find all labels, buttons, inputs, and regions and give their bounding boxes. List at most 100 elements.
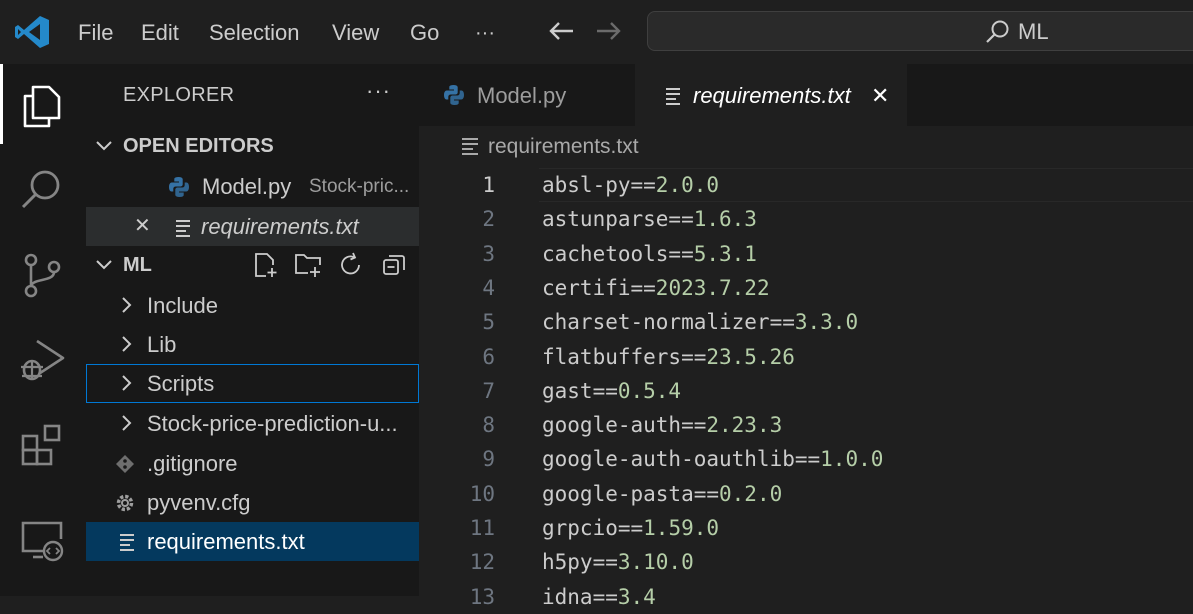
line-number: 8 xyxy=(482,413,495,438)
package-name: certifi==2023.7.22 xyxy=(542,275,770,300)
explorer-activity-button[interactable] xyxy=(0,64,86,144)
package-version: 2023.7.22 xyxy=(655,275,770,300)
search-text: ML xyxy=(1018,19,1049,44)
package-name: astunparse==1.6.3 xyxy=(542,207,757,232)
tree-item-include[interactable]: Include xyxy=(86,286,419,325)
python-icon xyxy=(444,85,464,105)
line-number: 9 xyxy=(482,447,495,472)
search-icon xyxy=(986,20,1009,43)
menu-go[interactable]: Go xyxy=(410,0,439,64)
tab-model-py[interactable]: Model.py xyxy=(419,64,635,126)
tab-label: requirements.txt xyxy=(693,83,851,108)
text-file-icon xyxy=(462,138,478,155)
tree-item-scripts[interactable]: Scripts xyxy=(86,364,419,403)
tree-item-label: pyvenv.cfg xyxy=(147,490,251,515)
line-number: 12 xyxy=(469,550,495,575)
forward-arrow-icon[interactable] xyxy=(591,14,625,48)
breadcrumb[interactable]: requirements.txt xyxy=(488,126,639,166)
code-line[interactable]: 8 google-auth==2.23.3 xyxy=(419,408,1193,442)
tab-close-icon[interactable]: ✕ xyxy=(871,64,889,128)
code-line[interactable]: 3 cachetools==5.3.1 xyxy=(419,237,1193,271)
line-number: 11 xyxy=(469,516,495,540)
code-line[interactable]: 11 grpcio==1.59.0 xyxy=(419,511,1193,545)
tree-item-pyvenv-cfg[interactable]: pyvenv.cfg xyxy=(86,483,419,522)
explorer-header: EXPLORER xyxy=(123,84,235,106)
package-name: cachetools==5.3.1 xyxy=(542,241,757,266)
code-line[interactable]: 13 idna==3.4 xyxy=(419,580,1193,614)
tree-item-label: Lib xyxy=(147,332,177,357)
line-number: 6 xyxy=(482,344,495,369)
line-number: 2 xyxy=(482,207,495,232)
package-name: idna==3.4 xyxy=(542,584,656,609)
search-activity-button[interactable] xyxy=(0,149,86,229)
chevron-down-icon xyxy=(96,141,112,151)
package-version: 1.6.3 xyxy=(693,207,757,232)
collapse-all-icon[interactable] xyxy=(381,252,407,278)
source-control-activity-button[interactable] xyxy=(0,234,86,314)
package-name: google-auth-oauthlib==1.0.0 xyxy=(542,447,884,472)
code-line[interactable]: 7 gast==0.5.4 xyxy=(419,374,1193,408)
editor-area[interactable]: requirements.txt 1 absl-py==2.0.0 2 astunpa… xyxy=(419,126,1193,609)
line-number: 5 xyxy=(482,310,495,335)
code-line[interactable]: 2 astunparse==1.6.3 xyxy=(419,202,1193,236)
code-line[interactable]: 9 google-auth-oauthlib==1.0.0 xyxy=(419,442,1193,476)
package-name: absl-py==2.0.0 xyxy=(542,173,720,197)
package-version: 3.3.0 xyxy=(794,310,859,335)
menu-more-button[interactable]: ··· xyxy=(475,0,495,64)
menu-edit[interactable]: Edit xyxy=(141,0,179,64)
menu-view[interactable]: View xyxy=(332,0,379,64)
package-version: 23.5.26 xyxy=(706,344,795,369)
vscode-logo-icon xyxy=(15,16,49,48)
open-editor-requirements-txt[interactable]: ✕ requirements.txt xyxy=(86,207,419,246)
line-number: 3 xyxy=(482,241,495,266)
chevron-right-icon xyxy=(122,297,132,313)
code-line[interactable]: 1 absl-py==2.0.0 xyxy=(419,168,1193,202)
refresh-icon[interactable] xyxy=(338,252,364,278)
code-line[interactable]: 10 google-pasta==0.2.0 xyxy=(419,477,1193,511)
tree-item-gitignore[interactable]: .gitignore xyxy=(86,444,419,483)
code-line[interactable]: 6 flatbuffers==23.5.26 xyxy=(419,340,1193,374)
extensions-icon xyxy=(21,424,61,466)
package-name: grpcio==1.59.0 xyxy=(542,516,720,540)
menu-file[interactable]: File xyxy=(78,0,113,64)
files-icon xyxy=(23,85,61,128)
close-icon[interactable]: ✕ xyxy=(134,207,151,246)
remote-explorer-activity-button[interactable] xyxy=(0,499,86,579)
python-icon xyxy=(169,177,189,197)
run-debug-activity-button[interactable] xyxy=(0,319,86,399)
activity-bar xyxy=(0,64,86,596)
chevron-down-icon xyxy=(96,260,112,270)
code-line[interactable]: 4 certifi==2023.7.22 xyxy=(419,271,1193,305)
package-version: 0.5.4 xyxy=(617,378,682,403)
chevron-right-icon xyxy=(122,336,132,352)
search-icon xyxy=(21,170,60,209)
command-center-search[interactable]: ML xyxy=(647,11,1193,51)
tree-item-requirements-txt[interactable]: requirements.txt xyxy=(86,522,419,561)
package-version: 1.0.0 xyxy=(820,447,884,472)
new-folder-icon[interactable] xyxy=(294,252,322,278)
tree-item-label: .gitignore xyxy=(147,451,238,476)
open-editor-model-py[interactable]: Model.py Stock-pric... xyxy=(86,167,419,206)
back-arrow-icon[interactable] xyxy=(545,14,579,48)
explorer-more-button[interactable]: ··· xyxy=(366,78,391,104)
line-number: 4 xyxy=(482,275,495,300)
chevron-right-icon xyxy=(122,415,132,431)
package-name: gast==0.5.4 xyxy=(542,378,682,403)
tab-requirements-txt[interactable]: requirements.txt ✕ xyxy=(635,64,907,126)
editor-tabs: Model.py requirements.txt ✕ xyxy=(419,64,1193,126)
tree-item-lib[interactable]: Lib xyxy=(86,325,419,364)
open-editors-section-header[interactable]: OPEN EDITORS xyxy=(86,127,419,166)
text-file-icon xyxy=(120,534,134,551)
code-line[interactable]: 5 charset-normalizer==3.3.0 xyxy=(419,305,1193,339)
menu-selection[interactable]: Selection xyxy=(209,0,300,64)
tree-item-label: Include xyxy=(147,293,218,318)
ml-folder-section-header[interactable]: ML xyxy=(86,246,419,285)
tree-item-stock-price-prediction[interactable]: Stock-price-prediction-u... xyxy=(86,404,419,443)
package-version: 1.59.0 xyxy=(643,516,720,540)
new-file-icon[interactable] xyxy=(253,252,279,278)
line-number: 1 xyxy=(482,173,495,197)
extensions-activity-button[interactable] xyxy=(0,404,86,484)
line-number: 7 xyxy=(482,378,495,403)
package-name: google-auth==2.23.3 xyxy=(542,413,783,438)
code-line[interactable]: 12 h5py==3.10.0 xyxy=(419,545,1193,579)
